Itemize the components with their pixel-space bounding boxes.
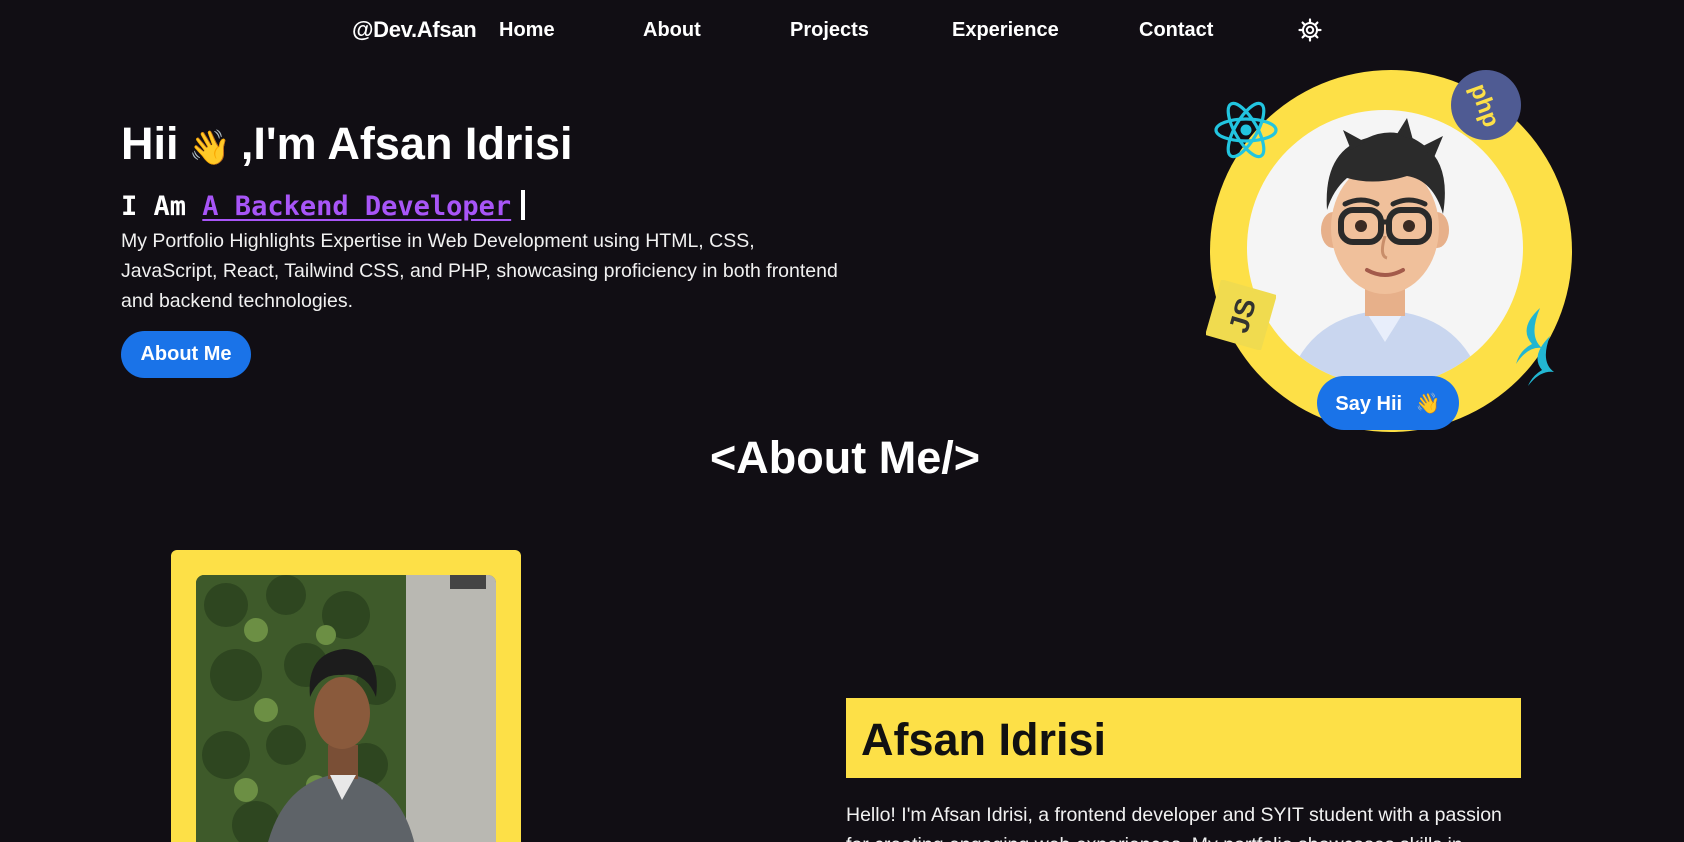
profile-photo — [196, 575, 496, 842]
gear-icon[interactable] — [1298, 18, 1322, 42]
hero-title: Hii 👋 ,I'm Afsan Idrisi — [121, 118, 572, 170]
wave-emoji: 👋 — [188, 129, 231, 167]
typing-cursor — [521, 190, 526, 220]
about-description: Hello! I'm Afsan Idrisi, a frontend deve… — [846, 804, 1502, 842]
nav-link-home[interactable]: Home — [499, 19, 555, 42]
nav-link-projects[interactable]: Projects — [790, 19, 869, 42]
role-text: A Backend Developer — [202, 191, 512, 222]
nav-link-experience[interactable]: Experience — [952, 19, 1059, 42]
hero-name: ,I'm Afsan Idrisi — [240, 118, 573, 169]
tailwind-logo-icon — [1516, 308, 1554, 386]
about-heading: <About Me/> — [709, 432, 981, 483]
svg-text:php: php — [1464, 80, 1504, 131]
react-logo-icon — [1214, 101, 1278, 159]
brand-logo[interactable]: @Dev.Afsan — [352, 17, 477, 43]
memoji-avatar-icon — [1287, 118, 1483, 386]
avatar — [1247, 110, 1523, 386]
wave-emoji: 👋 — [1415, 392, 1441, 415]
php-logo-icon: php — [1451, 70, 1521, 140]
javascript-logo-icon: JS — [1205, 279, 1277, 351]
hero-description: My Portfolio Highlights Expertise in Web… — [121, 230, 838, 312]
about-name-heading: Afsan Idrisi — [846, 698, 1521, 778]
top-navbar: @Dev.Afsan Home About Projects Experienc… — [0, 0, 1684, 62]
role-prefix: I Am — [121, 191, 187, 222]
hero-greeting: Hii — [121, 118, 179, 169]
say-hii-label: Say Hii — [1335, 392, 1403, 415]
nav-link-contact[interactable]: Contact — [1139, 19, 1213, 42]
about-me-button[interactable]: About Me — [121, 331, 251, 378]
say-hii-button[interactable]: Say Hii 👋 — [1317, 376, 1459, 430]
nav-link-about[interactable]: About — [643, 19, 701, 42]
role-typewriter: I Am A Backend Developer — [121, 190, 526, 222]
